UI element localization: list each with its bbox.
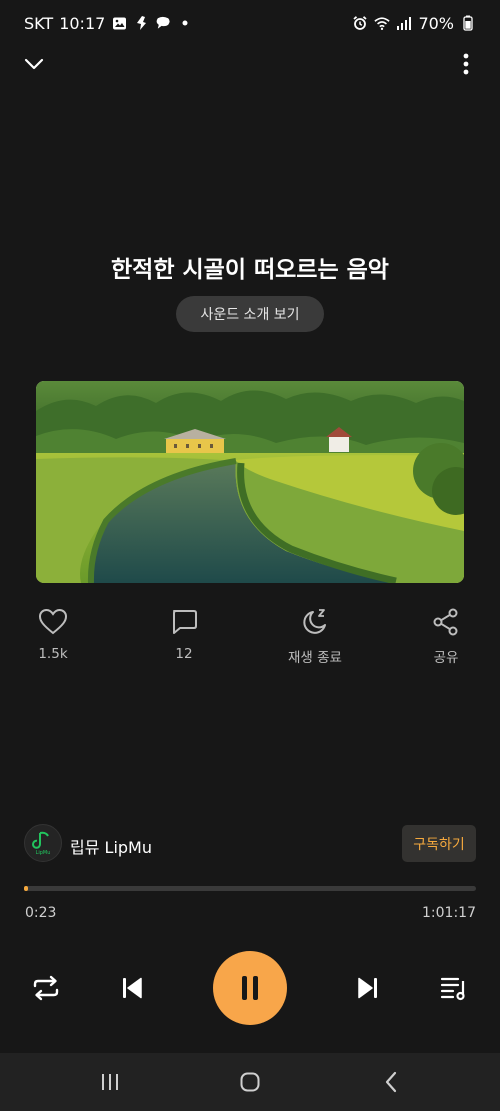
- track-title: 한적한 시골이 떠오르는 음악: [111, 257, 389, 283]
- repeat-button[interactable]: [28, 970, 64, 1006]
- chat-icon: [155, 15, 171, 31]
- sleep-timer-label: 재생 종료: [288, 650, 342, 666]
- playback-controls: [0, 950, 500, 1026]
- like-button[interactable]: 1.5k: [8, 604, 98, 662]
- collapse-button[interactable]: [20, 50, 48, 78]
- channel-avatar[interactable]: LipMu: [24, 824, 62, 862]
- action-row: 1.5k 12 재생 종료 공유: [0, 604, 500, 674]
- chevron-down-icon: [24, 58, 44, 70]
- share-icon: [433, 608, 458, 636]
- back-icon: [385, 1071, 397, 1093]
- repeat-icon: [33, 975, 59, 1001]
- recent-apps-icon: [102, 1074, 118, 1090]
- signal-icon: [396, 15, 412, 31]
- home-button[interactable]: [235, 1067, 265, 1097]
- back-button[interactable]: [376, 1067, 406, 1097]
- sleep-timer-button[interactable]: 재생 종료: [270, 604, 360, 666]
- more-vertical-icon: [463, 53, 469, 75]
- playlist-button[interactable]: [436, 970, 472, 1006]
- gallery-icon: [111, 15, 127, 31]
- progress-bar[interactable]: [24, 884, 476, 892]
- playlist-icon: [440, 977, 465, 1001]
- recent-apps-button[interactable]: [95, 1067, 125, 1097]
- pause-icon: [242, 976, 258, 1000]
- like-count: 1.5k: [38, 646, 68, 662]
- comment-icon: [173, 610, 197, 634]
- share-label: 공유: [433, 650, 459, 666]
- dot-icon: [177, 15, 193, 31]
- carrier-label: SKT: [24, 13, 54, 33]
- channel-row: LipMu 립뮤 LipMu 구독하기: [24, 824, 476, 864]
- wifi-icon: [374, 15, 391, 31]
- comment-count: 12: [175, 646, 193, 662]
- artwork-image: [36, 381, 464, 583]
- skip-previous-icon: [123, 977, 142, 999]
- battery-icon: [460, 15, 476, 31]
- channel-name[interactable]: 립뮤 LipMu: [70, 834, 152, 858]
- share-button[interactable]: 공유: [401, 604, 491, 666]
- progress-fill: [24, 886, 28, 891]
- app-icon: [133, 15, 149, 31]
- pause-button[interactable]: [213, 951, 287, 1025]
- status-bar: SKT 10:17 70%: [0, 0, 500, 46]
- subscribe-button[interactable]: 구독하기: [402, 825, 476, 862]
- current-time: 0:23: [25, 905, 57, 921]
- avatar-logo-text: LipMu: [36, 850, 51, 856]
- top-bar: [0, 46, 500, 82]
- clock: 10:17: [59, 13, 106, 33]
- heart-icon: [38, 608, 68, 635]
- progress-track: [24, 886, 476, 891]
- home-icon: [240, 1072, 260, 1092]
- total-time: 1:01:17: [422, 905, 476, 921]
- battery-percent: 70%: [418, 13, 454, 33]
- more-options-button[interactable]: [452, 50, 480, 78]
- sound-intro-button[interactable]: 사운드 소개 보기: [176, 296, 324, 332]
- next-button[interactable]: [350, 970, 386, 1006]
- previous-button[interactable]: [114, 970, 150, 1006]
- moon-icon: [303, 609, 326, 634]
- system-nav-bar: [0, 1053, 500, 1111]
- alarm-icon: [352, 15, 368, 31]
- comment-button[interactable]: 12: [139, 604, 229, 662]
- skip-next-icon: [358, 977, 377, 999]
